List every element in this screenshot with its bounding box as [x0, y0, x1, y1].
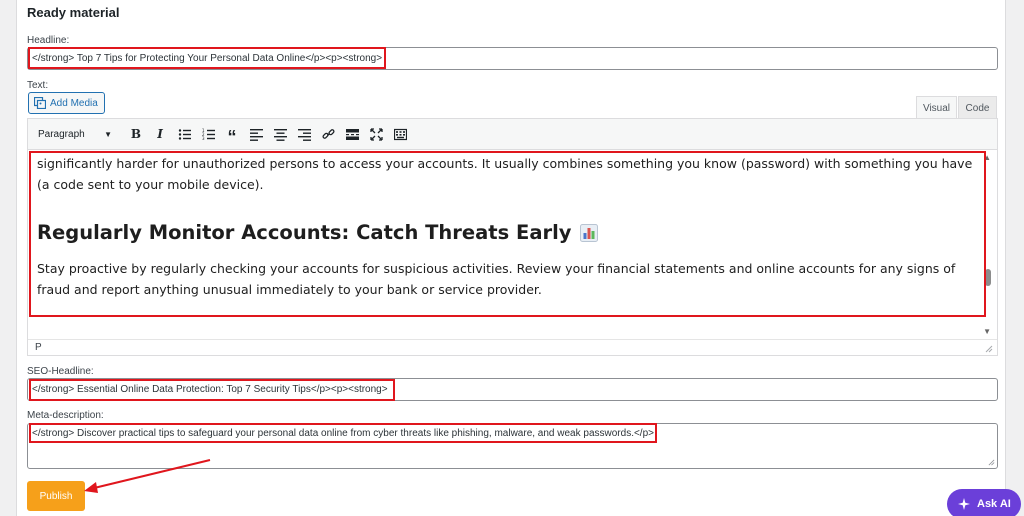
- add-media-icon: [34, 97, 46, 109]
- insert-link-button[interactable]: [316, 122, 340, 146]
- ask-ai-button[interactable]: Ask AI: [947, 489, 1021, 516]
- content-paragraph-1: significantly harder for unauthorized pe…: [37, 156, 973, 192]
- headline-input[interactable]: </strong> Top 7 Tips for Protecting Your…: [27, 47, 998, 70]
- sparkle-icon: [958, 498, 970, 510]
- headline-label: Headline:: [27, 35, 70, 46]
- fullscreen-icon: [369, 127, 383, 141]
- chevron-down-icon: ▼: [104, 129, 112, 139]
- editor-content[interactable]: significantly harder for unauthorized pe…: [36, 153, 982, 341]
- resize-handle-icon[interactable]: [985, 345, 993, 353]
- seo-headline-value: </strong> Essential Online Data Protecti…: [32, 384, 388, 395]
- blockquote-button[interactable]: “: [220, 122, 244, 146]
- section-title: Ready material: [27, 5, 120, 20]
- text-editor[interactable]: Paragraph ▼ B I 123 “ significantly hard…: [27, 118, 998, 356]
- format-select[interactable]: Paragraph ▼: [34, 124, 116, 144]
- format-select-value: Paragraph: [38, 128, 85, 140]
- publish-button[interactable]: Publish: [27, 481, 85, 511]
- textarea-resize-icon[interactable]: [988, 459, 995, 466]
- headline-value: </strong> Top 7 Tips for Protecting Your…: [32, 53, 383, 64]
- editor-statusbar: P: [28, 339, 997, 355]
- toolbar-toggle-button[interactable]: [388, 122, 412, 146]
- read-more-button[interactable]: [340, 122, 364, 146]
- text-label: Text:: [27, 80, 49, 91]
- italic-button[interactable]: I: [148, 122, 172, 146]
- numbered-list-icon: 123: [202, 128, 215, 141]
- tab-code[interactable]: Code: [958, 96, 997, 119]
- keyboard-icon: [393, 128, 407, 140]
- align-left-button[interactable]: [244, 122, 268, 146]
- ask-ai-label: Ask AI: [977, 498, 1011, 510]
- meta-description-value: </strong> Discover practical tips to saf…: [32, 428, 654, 439]
- seo-headline-input[interactable]: </strong> Essential Online Data Protecti…: [27, 378, 998, 401]
- content-paragraph-2: Stay proactive by regularly checking you…: [37, 261, 956, 297]
- add-media-label: Add Media: [50, 97, 98, 109]
- read-more-icon: [345, 128, 359, 140]
- bullet-list-icon: [178, 128, 191, 140]
- scrollbar-thumb[interactable]: [985, 269, 991, 286]
- add-media-button[interactable]: Add Media: [28, 92, 105, 114]
- align-left-icon: [249, 128, 263, 141]
- content-heading-text: Regularly Monitor Accounts: Catch Threat…: [37, 221, 572, 244]
- content-heading: Regularly Monitor Accounts: Catch Threat…: [37, 221, 982, 244]
- quote-icon: “: [227, 127, 237, 147]
- editor-toolbar: Paragraph ▼ B I 123 “: [28, 119, 997, 150]
- align-center-button[interactable]: [268, 122, 292, 146]
- seo-headline-label: SEO-Headline:: [27, 366, 94, 377]
- svg-text:3: 3: [202, 136, 205, 141]
- tab-visual[interactable]: Visual: [916, 96, 957, 119]
- scroll-down-arrow-icon[interactable]: ▼: [983, 327, 991, 336]
- numbered-list-button[interactable]: 123: [196, 122, 220, 146]
- fullscreen-button[interactable]: [364, 122, 388, 146]
- bullet-list-button[interactable]: [172, 122, 196, 146]
- element-path[interactable]: P: [35, 342, 42, 353]
- bar-chart-icon: [579, 223, 598, 242]
- scroll-up-arrow-icon[interactable]: ▲: [983, 153, 991, 162]
- link-icon: [321, 128, 335, 139]
- align-center-icon: [273, 128, 287, 141]
- bold-button[interactable]: B: [124, 122, 148, 146]
- align-right-icon: [297, 128, 311, 141]
- align-right-button[interactable]: [292, 122, 316, 146]
- meta-description-textarea[interactable]: </strong> Discover practical tips to saf…: [27, 423, 998, 469]
- meta-description-label: Meta-description:: [27, 410, 104, 421]
